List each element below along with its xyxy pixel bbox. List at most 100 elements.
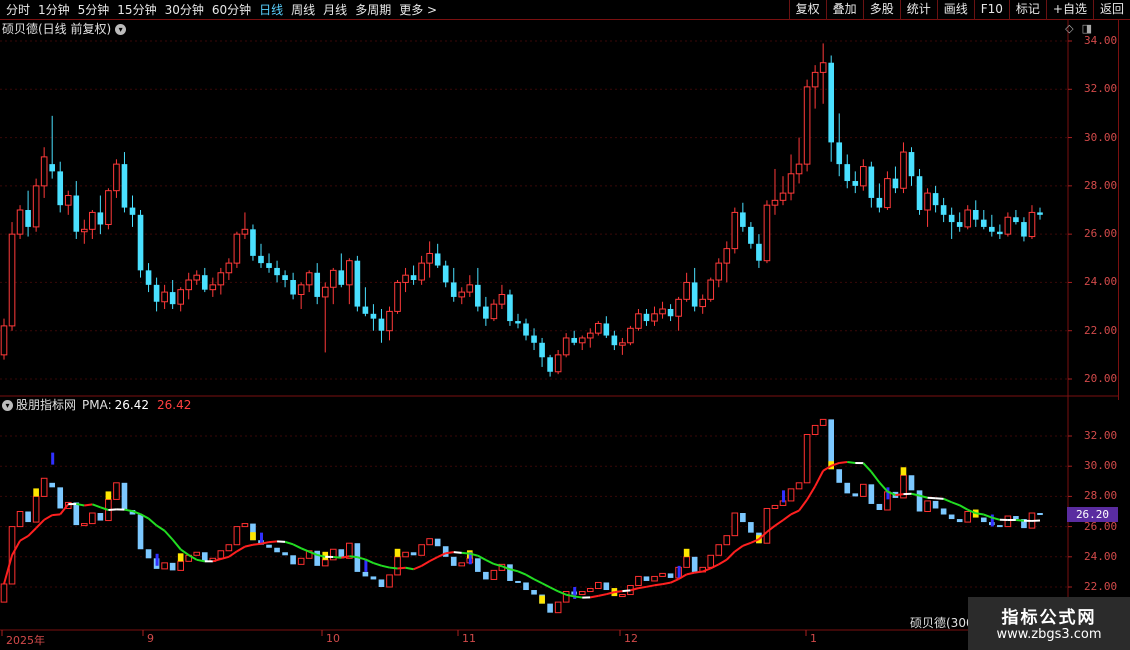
- indicator-bar: [795, 482, 803, 490]
- pma-line-segment: [381, 564, 390, 569]
- indicator-bar: [964, 511, 972, 523]
- signal-marker: [900, 467, 907, 476]
- candle-body: [258, 255, 264, 264]
- candle-body: [73, 195, 80, 232]
- indicator-bar: [314, 550, 321, 566]
- candlestick-chart[interactable]: [0, 0, 1130, 650]
- indicator-bar: [1004, 515, 1012, 528]
- pma-line-segment: [124, 508, 133, 513]
- pma-line-segment: [108, 508, 117, 511]
- pma-line-segment: [228, 550, 238, 558]
- watermark-logo: 指标公式网 www.zbgs3.com: [968, 597, 1130, 650]
- candle-body: [0, 325, 8, 356]
- indicator-bar: [523, 582, 529, 591]
- pma-line-segment: [1015, 518, 1025, 522]
- indicator-label: PMA:: [82, 398, 112, 412]
- signal-marker: [394, 548, 401, 557]
- candle-body: [282, 275, 288, 281]
- pma-line-segment: [485, 559, 495, 565]
- indicator-bar: [362, 571, 369, 577]
- candle-body: [723, 248, 731, 264]
- candle-body: [466, 284, 474, 293]
- price-label: 32.00: [1084, 429, 1118, 442]
- indicator-bar: [169, 562, 176, 571]
- date-label: 2025年: [6, 634, 45, 647]
- candle-body: [811, 71, 819, 88]
- indicator-title[interactable]: ▾ 股朋指标网 PMA: 26.42 26.42: [2, 397, 191, 413]
- candle-body: [507, 294, 513, 322]
- candle-body: [40, 156, 48, 187]
- pma-line-segment: [421, 560, 431, 567]
- indicator-bar: [852, 493, 859, 497]
- candle-body: [884, 178, 891, 209]
- candle-body: [290, 280, 296, 295]
- candle-body: [619, 342, 626, 346]
- candle-body: [145, 270, 152, 285]
- indicator-bar: [683, 556, 690, 568]
- candle-body: [554, 354, 562, 373]
- candle-body: [603, 323, 610, 336]
- pma-line-segment: [839, 461, 848, 464]
- current-price-tag: 26.20: [1067, 507, 1118, 522]
- indicator-bar: [410, 552, 417, 556]
- chevron-down-icon[interactable]: ▾: [2, 399, 13, 411]
- signal-marker: [250, 532, 256, 541]
- indicator-value: 26.42: [114, 398, 150, 412]
- pma-line-segment: [84, 503, 93, 507]
- pma-line-segment: [268, 540, 278, 544]
- indicator-bar: [483, 571, 489, 580]
- candle-body: [233, 233, 241, 264]
- indicator-bar: [394, 556, 401, 576]
- candle-body: [1021, 222, 1027, 237]
- pma-line-segment: [453, 551, 462, 554]
- candle-body: [129, 207, 136, 215]
- pma-line-segment: [927, 496, 936, 500]
- pma-line-segment: [975, 512, 984, 516]
- pma-line-segment: [373, 562, 382, 567]
- indicator-bar: [217, 550, 225, 559]
- candle-body: [611, 335, 618, 346]
- indicator-bar: [370, 576, 377, 580]
- candle-body: [771, 199, 779, 206]
- indicator-bar: [787, 488, 795, 502]
- pma-line-segment: [284, 540, 294, 546]
- indicator-bar: [458, 562, 466, 567]
- candle-body: [185, 279, 193, 291]
- indicator-bar: [121, 482, 128, 510]
- indicator-bar: [25, 511, 31, 523]
- indicator-bar: [578, 591, 586, 596]
- candle-body: [89, 211, 96, 230]
- indicator-bar: [434, 538, 441, 547]
- signal-marker: [51, 452, 55, 465]
- candle-body: [402, 274, 409, 283]
- candle-body: [586, 332, 594, 339]
- diamond-icon[interactable]: ◇: [1065, 22, 1073, 35]
- candle-body: [594, 322, 602, 334]
- signal-marker: [364, 559, 368, 572]
- indicator-bar: [643, 576, 650, 581]
- pma-line-segment: [147, 517, 158, 527]
- indicator-bar: [667, 573, 674, 578]
- indicator-bar: [73, 502, 80, 526]
- stock-title: 硕贝德(日线 前复权): [2, 22, 112, 36]
- candle-body: [386, 310, 393, 332]
- price-label: 22.00: [1084, 580, 1118, 593]
- candle-body: [989, 226, 995, 232]
- candle-body: [756, 243, 762, 261]
- indicator-bar: [233, 526, 241, 546]
- candle-body: [844, 164, 851, 182]
- candle-body: [651, 313, 658, 322]
- chevron-down-icon[interactable]: ▾: [115, 23, 127, 35]
- indicator-bar: [32, 495, 40, 523]
- indicator-bar: [651, 575, 658, 582]
- price-label: 28.00: [1084, 489, 1118, 503]
- indicator-bar: [402, 551, 409, 558]
- main-chart-title[interactable]: 硕贝德(日线 前复权) ▾: [2, 21, 127, 37]
- indicator-bar: [290, 555, 296, 565]
- indicator-bar: [723, 535, 731, 546]
- candle-body: [964, 209, 972, 228]
- candle-body: [442, 265, 449, 283]
- candle-body: [475, 284, 481, 307]
- pma-line-segment: [870, 471, 881, 484]
- pma-line-segment: [622, 589, 631, 593]
